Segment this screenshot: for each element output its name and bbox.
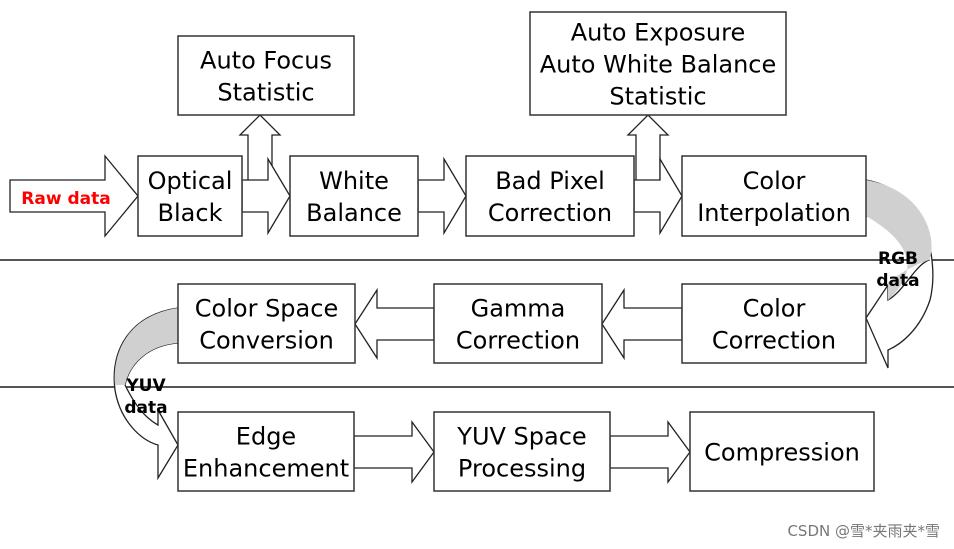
box-label-gc: Correction — [456, 327, 580, 355]
box-label-ae: Auto Exposure — [571, 19, 745, 47]
box-label-wb: White — [319, 167, 389, 195]
watermark: CSDN @雪*夹雨夹*雪 — [787, 522, 940, 540]
right-arrow — [353, 420, 435, 484]
box-label-csc: Color Space — [195, 295, 338, 323]
box-label-bpc: Correction — [488, 199, 612, 227]
box-label-ee: Enhancement — [183, 455, 349, 483]
box-label-cc: Color — [743, 295, 806, 323]
yuv-data-label: data — [124, 398, 167, 418]
box-label-gc: Gamma — [471, 295, 566, 323]
isp-pipeline-diagram: Auto Focus Statistic Auto Exposure Auto Whi… — [0, 11, 954, 492]
left-arrow — [601, 287, 683, 361]
right-arrow — [417, 156, 467, 236]
rgb-data-label: RGB — [878, 249, 918, 269]
box-label-wb: Balance — [306, 199, 402, 227]
box-label-ob: Black — [158, 199, 223, 227]
box-label-af: Auto Focus — [200, 47, 332, 75]
box-label-ae: Statistic — [609, 83, 706, 111]
yuv-data-label: YUV — [125, 376, 166, 396]
rgb-data-label: data — [876, 271, 919, 291]
box-label-bpc: Bad Pixel — [495, 167, 605, 195]
box-label-comp: Compression — [704, 439, 860, 467]
box-label-ob: Optical — [148, 167, 233, 195]
box-label-yuv: YUV Space — [456, 423, 586, 451]
left-arrow — [354, 287, 435, 361]
box-label-csc: Conversion — [199, 327, 334, 355]
box-label-cc: Correction — [712, 327, 836, 355]
raw-data-label: Raw data — [21, 189, 110, 209]
box-label-ci: Color — [743, 167, 806, 195]
box-label-yuv: Processing — [458, 455, 586, 483]
curved-arrow-yuv-shade — [114, 308, 178, 385]
right-arrow — [609, 420, 691, 484]
box-label-ae: Auto White Balance — [540, 51, 776, 79]
box-label-ee: Edge — [236, 423, 296, 451]
box-label-af: Statistic — [217, 79, 314, 107]
box-label-ci: Interpolation — [697, 199, 851, 227]
